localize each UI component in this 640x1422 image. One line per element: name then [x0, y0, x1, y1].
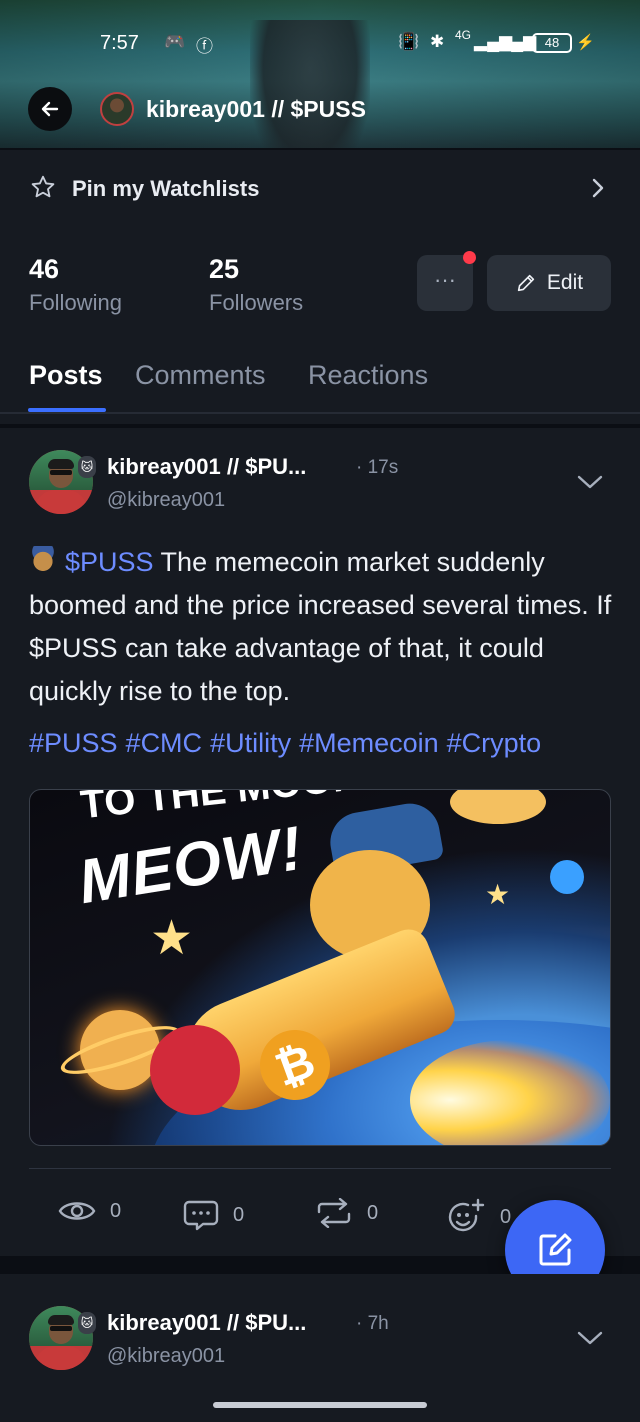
- header-avatar[interactable]: [100, 92, 134, 126]
- chevron-down-icon[interactable]: [576, 1328, 604, 1348]
- network-type: 4G: [455, 28, 472, 42]
- hashtag-link[interactable]: #Utility: [210, 728, 291, 758]
- notification-dot: [463, 251, 476, 264]
- edit-label: Edit: [546, 271, 584, 294]
- post-handle[interactable]: @kibreay001: [107, 489, 225, 512]
- post-author[interactable]: kibreay001 // $PU...: [107, 1310, 306, 1336]
- status-bar: 7:57 🎮 ⓕ 📳 ✱ 4G ▂▄▆ ▂▄▆ 48 ⚡: [0, 0, 640, 88]
- game-controller-icon: 🎮: [164, 32, 186, 51]
- views-count: 0: [110, 1199, 122, 1222]
- star-icon: [31, 175, 55, 198]
- arrow-left-icon: [41, 101, 59, 117]
- post-image[interactable]: TO THE MOON! MEOW! ★ ★ ₿: [29, 789, 611, 1146]
- comment-action[interactable]: 0: [183, 1198, 244, 1232]
- hashtag-link[interactable]: #PUSS: [29, 728, 118, 758]
- signal-2-icon: ▂▄▆: [498, 32, 537, 51]
- post-time: · 17s: [356, 457, 399, 478]
- pin-watchlists-label: Pin my Watchlists: [72, 176, 260, 201]
- chevron-down-icon[interactable]: [576, 472, 604, 492]
- home-indicator[interactable]: [213, 1402, 427, 1408]
- pencil-icon: [517, 274, 535, 292]
- header-title: kibreay001 // $PUSS: [146, 96, 366, 122]
- tab-comments[interactable]: Comments: [135, 360, 266, 391]
- puss-token-icon: [29, 546, 57, 574]
- hashtag-link[interactable]: #CMC: [126, 728, 203, 758]
- vibrate-icon: 📳: [398, 32, 420, 51]
- following-label[interactable]: Following: [29, 290, 122, 316]
- following-count[interactable]: 46: [29, 254, 59, 285]
- eye-icon: [58, 1202, 96, 1220]
- image-caption-line2: MEOW!: [73, 813, 308, 918]
- cat-badge-icon: 🐱: [78, 456, 96, 478]
- reaction-action[interactable]: 0: [446, 1198, 511, 1236]
- post-time: · 7h: [356, 1313, 389, 1334]
- tab-reactions[interactable]: Reactions: [308, 360, 428, 391]
- followers-label[interactable]: Followers: [209, 290, 303, 316]
- reposts-count: 0: [367, 1201, 379, 1224]
- facebook-icon: ⓕ: [196, 37, 213, 56]
- battery-icon: 48: [532, 33, 572, 53]
- hashtag-list: #PUSS #CMC #Utility #Memecoin #Crypto: [29, 728, 549, 759]
- back-button[interactable]: [28, 87, 72, 131]
- image-caption-line1: TO THE MOON!: [78, 789, 377, 828]
- comments-count: 0: [233, 1203, 245, 1226]
- compose-icon: [539, 1233, 572, 1266]
- post-author[interactable]: kibreay001 // $PU...: [107, 454, 306, 480]
- post-divider: [29, 1168, 611, 1169]
- post-handle[interactable]: @kibreay001: [107, 1345, 225, 1368]
- more-options-button[interactable]: ···: [417, 255, 473, 311]
- edit-profile-button[interactable]: Edit: [487, 255, 611, 311]
- reactions-count: 0: [500, 1205, 512, 1228]
- chevron-right-icon: [592, 178, 604, 198]
- bluetooth-icon: ✱: [430, 32, 445, 51]
- status-time: 7:57: [100, 32, 139, 54]
- post-card[interactable]: 🐱 kibreay001 // $PU... · 7h @kibreay001: [0, 1274, 640, 1422]
- hashtag-link[interactable]: #Memecoin: [299, 728, 439, 758]
- post-body: $PUSS The memecoin market suddenly boome…: [29, 541, 619, 713]
- comment-icon: [183, 1200, 219, 1231]
- views-action[interactable]: 0: [58, 1198, 121, 1224]
- tabs-divider: [0, 412, 640, 414]
- post-card[interactable]: 🐱 kibreay001 // $PU... · 17s @kibreay001…: [0, 428, 640, 1256]
- followers-count[interactable]: 25: [209, 254, 239, 285]
- repost-icon: [317, 1198, 351, 1228]
- repost-action[interactable]: 0: [315, 1198, 378, 1228]
- tab-posts[interactable]: Posts: [29, 360, 103, 391]
- charging-icon: ⚡: [576, 34, 595, 51]
- pin-watchlists-row[interactable]: Pin my Watchlists: [0, 150, 640, 228]
- cat-badge-icon: 🐱: [78, 1312, 96, 1334]
- cashtag-link[interactable]: $PUSS: [65, 547, 154, 577]
- profile-section: 46 Following 25 Followers ··· Edit Posts…: [0, 228, 640, 424]
- add-reaction-icon: [448, 1198, 485, 1232]
- hashtag-link[interactable]: #Crypto: [447, 728, 542, 758]
